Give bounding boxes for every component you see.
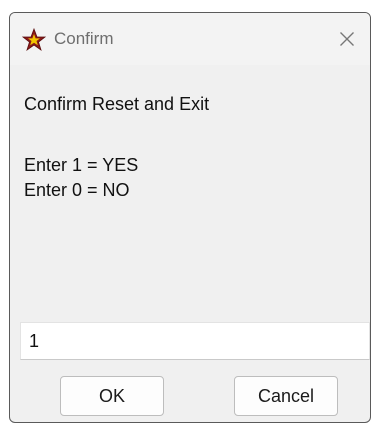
close-button[interactable]: [324, 13, 370, 65]
close-icon: [339, 31, 355, 47]
confirm-dialog: Confirm Confirm Reset and Exit Enter 1 =…: [9, 12, 371, 423]
window-title: Confirm: [54, 29, 114, 48]
star-icon: [21, 27, 47, 52]
title-bar[interactable]: Confirm: [10, 13, 370, 65]
option-no-text: Enter 0 = NO: [24, 180, 130, 200]
cancel-button[interactable]: Cancel: [234, 376, 338, 416]
screen-background: Confirm Confirm Reset and Exit Enter 1 =…: [0, 0, 376, 433]
ok-button[interactable]: OK: [60, 376, 164, 416]
answer-input[interactable]: [20, 322, 370, 360]
prompt-text: Confirm Reset and Exit: [24, 94, 210, 114]
option-yes-text: Enter 1 = YES: [24, 155, 139, 175]
